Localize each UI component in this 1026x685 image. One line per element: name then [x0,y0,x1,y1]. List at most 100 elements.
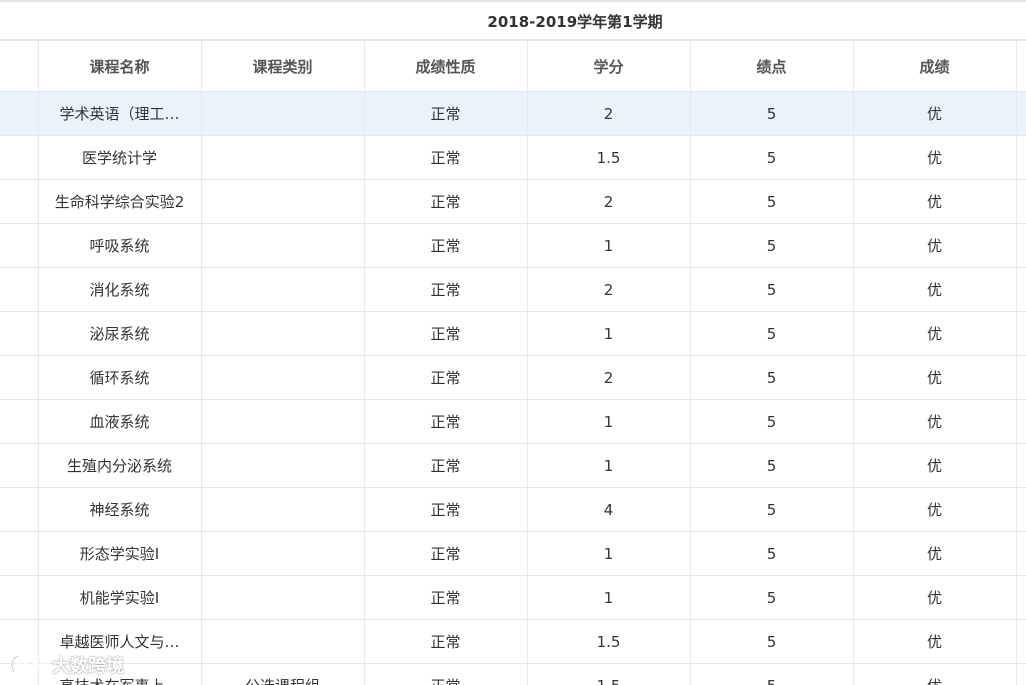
cell-gpa: 5 [689,355,854,400]
cell-grade-nature: 正常 [363,311,528,356]
table-row[interactable]: 形态学实验I 正常 1 5 优 [0,531,1026,576]
cell-extra [1015,399,1026,444]
header-course-category[interactable]: 课程类别 [200,40,365,92]
cell-course-category [200,619,365,664]
grade-table: 课程名称 课程类别 成绩性质 学分 绩点 成绩 学术英语（理工… 正常 2 5 优医学统… [0,40,1026,685]
term-header: 2018-2019学年第1学期 [0,0,1026,40]
cell-credit: 1 [526,531,691,576]
cell-credit: 1 [526,575,691,620]
cell-credit: 1.5 [526,619,691,664]
cell-gpa: 5 [689,399,854,444]
cell-grade: 优 [852,487,1017,532]
cell-course-name: 神经系统 [37,487,202,532]
cell-credit: 1 [526,223,691,268]
cell-course-name: 消化系统 [37,267,202,312]
table-body: 学术英语（理工… 正常 2 5 优医学统计学 正常 1.5 5 优生命科学综合实验2 正常 2 5 优呼… [0,91,1026,685]
cell-grade: 优 [852,179,1017,224]
cell-grade: 优 [852,135,1017,180]
cell-course-name: 医学统计学 [37,135,202,180]
cell-grade: 优 [852,443,1017,488]
cell-index [0,575,39,620]
cell-course-category [200,399,365,444]
cell-index [0,311,39,356]
cell-index [0,355,39,400]
table-row[interactable]: 机能学实验I 正常 1 5 优 [0,575,1026,620]
cell-grade: 优 [852,91,1017,136]
header-grade-nature[interactable]: 成绩性质 [363,40,528,92]
cell-credit: 1 [526,311,691,356]
cell-grade: 优 [852,223,1017,268]
cell-index [0,267,39,312]
cell-course-category [200,135,365,180]
table-row[interactable]: 循环系统 正常 2 5 优 [0,355,1026,400]
cell-credit: 1.5 [526,135,691,180]
table-row[interactable]: 生殖内分泌系统 正常 1 5 优 [0,443,1026,488]
cell-extra [1015,91,1026,136]
cell-extra [1015,135,1026,180]
cell-gpa: 5 [689,575,854,620]
cell-course-category [200,531,365,576]
cell-credit: 1 [526,399,691,444]
cell-course-name: 生命科学综合实验2 [37,179,202,224]
cell-gpa: 5 [689,179,854,224]
cell-course-name: 机能学实验I [37,575,202,620]
header-grade[interactable]: 成绩 [852,40,1017,92]
cell-credit: 2 [526,355,691,400]
header-gpa[interactable]: 绩点 [689,40,854,92]
cell-course-name: 循环系统 [37,355,202,400]
cell-course-category [200,91,365,136]
cell-index [0,179,39,224]
cell-course-name: 形态学实验I [37,531,202,576]
cell-course-category [200,487,365,532]
header-extra [1015,40,1026,92]
cell-grade-nature: 正常 [363,355,528,400]
table-row[interactable]: 医学统计学 正常 1.5 5 优 [0,135,1026,180]
table-row[interactable]: 学术英语（理工… 正常 2 5 优 [0,91,1026,136]
table-header-row: 课程名称 课程类别 成绩性质 学分 绩点 成绩 [0,40,1026,92]
cell-extra [1015,267,1026,312]
table-row[interactable]: 泌尿系统 正常 1 5 优 [0,311,1026,356]
cell-course-category [200,575,365,620]
table-row[interactable]: 高技术在军事上…公选课程组正常1.55优 [0,663,1026,685]
cell-course-category [200,179,365,224]
cell-index [0,399,39,444]
cell-index [0,223,39,268]
header-course-name[interactable]: 课程名称 [37,40,202,92]
table-row[interactable]: 生命科学综合实验2 正常 2 5 优 [0,179,1026,224]
cell-credit: 2 [526,91,691,136]
cell-grade-nature: 正常 [363,575,528,620]
table-row[interactable]: 消化系统 正常 2 5 优 [0,267,1026,312]
cell-gpa: 5 [689,223,854,268]
cell-course-category: 公选课程组 [200,663,365,685]
cell-credit: 2 [526,179,691,224]
cell-grade-nature: 正常 [363,223,528,268]
cell-gpa: 5 [689,91,854,136]
header-credit[interactable]: 学分 [526,40,691,92]
cell-course-name: 高技术在军事上… [37,663,202,685]
cell-gpa: 5 [689,487,854,532]
cell-course-name: 呼吸系统 [37,223,202,268]
cell-gpa: 5 [689,663,854,685]
cell-grade-nature: 正常 [363,179,528,224]
cell-extra [1015,223,1026,268]
cell-grade: 优 [852,399,1017,444]
cell-course-category [200,223,365,268]
table-row[interactable]: 血液系统 正常 1 5 优 [0,399,1026,444]
cell-credit: 2 [526,267,691,312]
cell-extra [1015,619,1026,664]
cell-extra [1015,443,1026,488]
cell-index [0,487,39,532]
table-row[interactable]: 呼吸系统 正常 1 5 优 [0,223,1026,268]
cell-course-name: 卓越医师人文与… [37,619,202,664]
cell-grade: 优 [852,575,1017,620]
cell-course-name: 血液系统 [37,399,202,444]
header-index [0,40,39,92]
cell-gpa: 5 [689,619,854,664]
cell-course-category [200,267,365,312]
table-row[interactable]: 卓越医师人文与… 正常 1.5 5 优 [0,619,1026,664]
cell-gpa: 5 [689,443,854,488]
table-row[interactable]: 神经系统 正常 4 5 优 [0,487,1026,532]
cell-course-category [200,355,365,400]
cell-grade-nature: 正常 [363,135,528,180]
cell-course-category [200,311,365,356]
